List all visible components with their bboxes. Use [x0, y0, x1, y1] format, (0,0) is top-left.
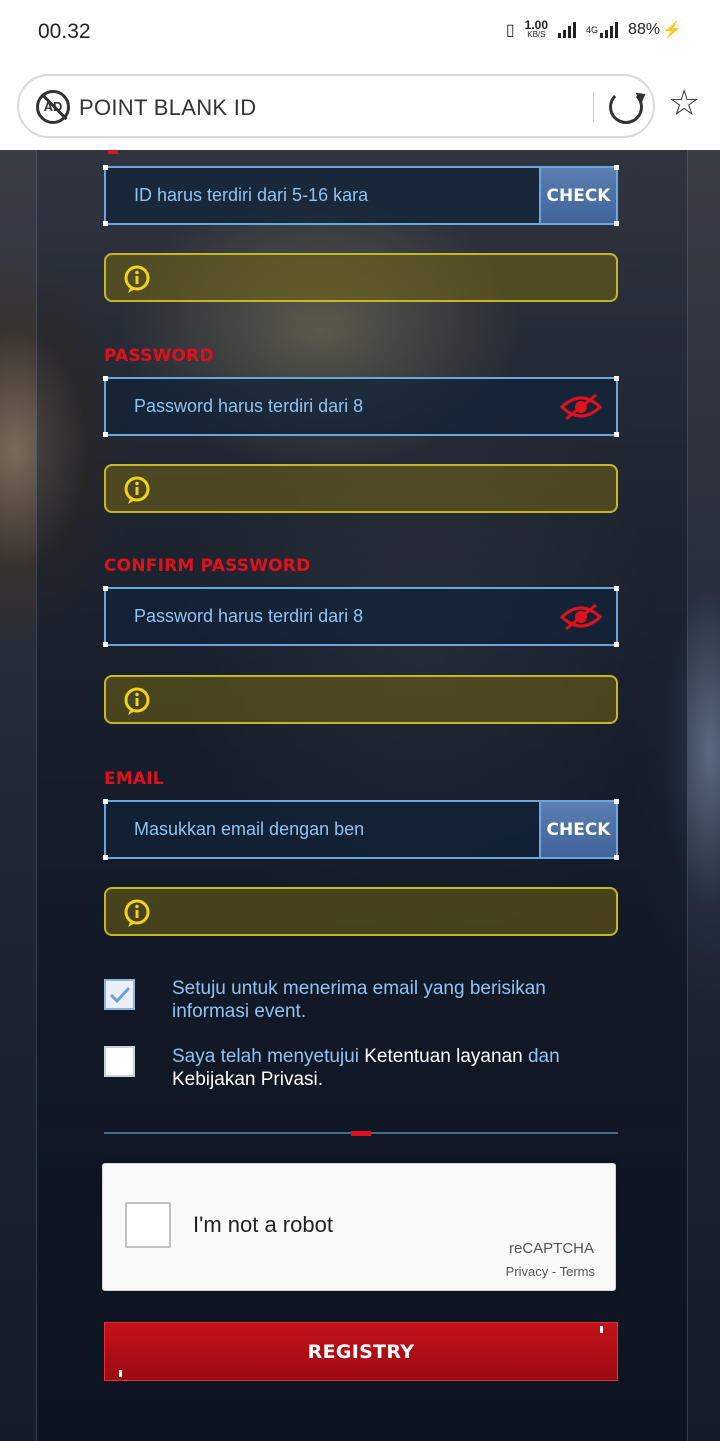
status-bar: 00.32 ▯ 1.00 KB/S 4G 88% ⚡ [0, 0, 720, 64]
vibrate-icon: ▯ [505, 22, 515, 39]
recaptcha-privacy-link[interactable]: Privacy [506, 1264, 549, 1279]
confirm-password-label: CONFIRM PASSWORD [104, 556, 311, 576]
id-check-button[interactable]: CHECK [539, 168, 616, 223]
id-field[interactable]: CHECK [103, 165, 619, 226]
email-field[interactable]: CHECK [103, 799, 619, 860]
email-info-box [104, 887, 618, 936]
password-field[interactable] [103, 376, 619, 437]
bookmark-star-icon[interactable]: ☆ [668, 85, 700, 121]
status-time: 00.32 [38, 20, 91, 43]
url-bar[interactable]: AD POINT BLANK ID [17, 74, 655, 138]
reload-icon[interactable] [609, 90, 643, 124]
recaptcha-terms-link[interactable]: Terms [560, 1264, 595, 1279]
registry-button-label: REGISTRY [307, 1340, 415, 1363]
divider-accent [351, 1131, 371, 1136]
password-label: PASSWORD [104, 346, 214, 366]
label-fragment [108, 150, 118, 154]
browser-toolbar: AD POINT BLANK ID ☆ [0, 64, 720, 150]
privacy-policy-link[interactable]: Kebijakan Privasi. [172, 1069, 323, 1090]
agree-terms-checkbox[interactable] [104, 1046, 135, 1077]
battery-level: 88% [628, 21, 661, 38]
email-check-button[interactable]: CHECK [539, 802, 616, 857]
checkmark-icon [109, 986, 131, 1004]
agree-terms-text: Saya telah menyetujui Ketentuan layanan … [172, 1046, 560, 1090]
password-info-box [104, 464, 618, 513]
registry-button[interactable]: REGISTRY [104, 1322, 618, 1381]
recaptcha-label: I'm not a robot [193, 1212, 333, 1237]
charging-icon: ⚡ [662, 22, 682, 39]
confirm-password-field[interactable] [103, 586, 619, 647]
recaptcha-links: Privacy - Terms [505, 1264, 595, 1279]
info-icon [124, 476, 150, 504]
recaptcha-brand: reCAPTCHA [508, 1240, 594, 1257]
network-speed: 1.00 KB/S [524, 18, 549, 39]
url-separator [593, 92, 594, 122]
recaptcha-checkbox[interactable] [125, 1202, 171, 1248]
terms-of-service-link[interactable]: Ketentuan layanan [364, 1046, 522, 1067]
password-input[interactable] [106, 379, 616, 434]
network-type: 4G [586, 25, 599, 35]
id-info-box [104, 253, 618, 302]
signal-icon [558, 22, 577, 38]
status-icons: ▯ 1.00 KB/S 4G 88% ⚡ [505, 18, 682, 40]
info-icon [124, 265, 150, 293]
url-title[interactable]: POINT BLANK ID [79, 95, 256, 121]
agree-email-text: Setuju untuk menerima email yang berisik… [172, 978, 546, 1022]
confirm-password-info-box [104, 675, 618, 724]
eye-hidden-icon[interactable] [560, 603, 602, 631]
confirm-password-input[interactable] [106, 589, 616, 644]
eye-hidden-icon[interactable] [560, 393, 602, 421]
agree-email-checkbox[interactable] [104, 979, 135, 1010]
email-label: EMAIL [104, 769, 164, 789]
signal-icon-2 [600, 22, 619, 38]
info-icon [124, 899, 150, 927]
info-icon [124, 687, 150, 715]
recaptcha-widget: I'm not a robot reCAPTCHA Privacy - Term… [102, 1163, 616, 1291]
registration-page: CHECK PASSWORD CONFIRM PASSWORD EMAIL CH… [0, 150, 720, 1441]
ad-block-icon[interactable]: AD [36, 90, 70, 124]
